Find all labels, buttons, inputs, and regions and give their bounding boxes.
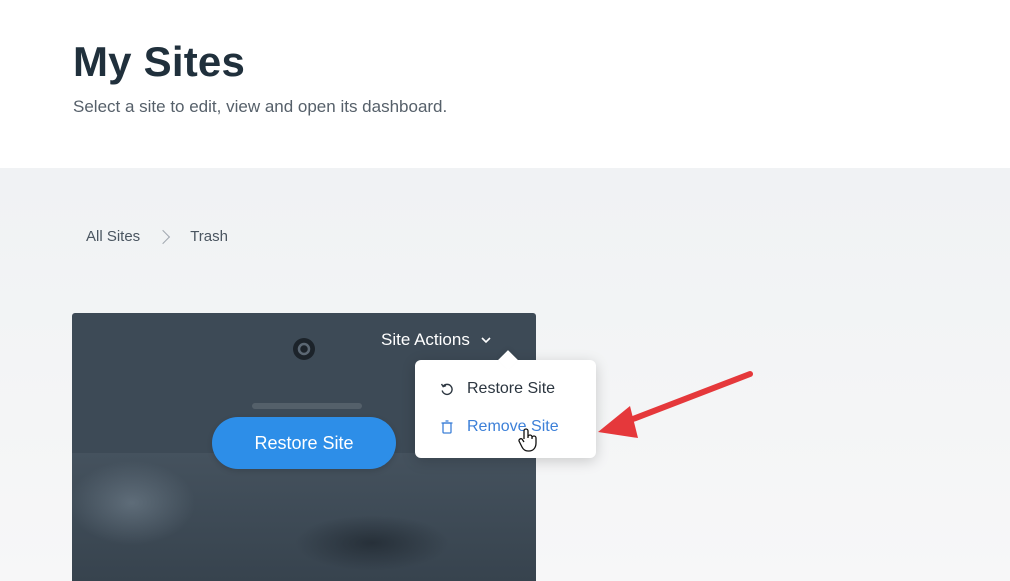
- page: My Sites Select a site to edit, view and…: [0, 0, 1010, 581]
- menu-item-label: Restore Site: [467, 380, 556, 397]
- breadcrumb-all-sites[interactable]: All Sites: [86, 228, 140, 245]
- menu-item-label: Remove Site: [467, 418, 559, 435]
- site-actions-label: Site Actions: [381, 330, 470, 349]
- menu-item-remove-site[interactable]: Remove Site: [439, 418, 559, 436]
- site-thumbnail-image: [72, 453, 536, 581]
- page-title: My Sites: [73, 38, 245, 85]
- breadcrumb-trash[interactable]: Trash: [190, 228, 228, 245]
- site-actions-dropdown: Restore Site Remove Site: [415, 350, 596, 458]
- restore-site-button[interactable]: Restore Site: [212, 417, 396, 469]
- hand-pointer-icon: [518, 428, 537, 452]
- site-actions-button[interactable]: Site Actions: [381, 330, 492, 350]
- undo-icon: [440, 383, 453, 396]
- site-logo-icon: [293, 338, 315, 360]
- page-header: My Sites Select a site to edit, view and…: [0, 0, 1010, 168]
- annotation-arrow-icon: [598, 371, 753, 438]
- breadcrumb: All Sites Trash: [86, 228, 228, 245]
- trash-icon: [441, 420, 453, 434]
- chevron-down-icon: [481, 337, 491, 344]
- page-subtitle: Select a site to edit, view and open its…: [73, 97, 448, 116]
- chevron-right-icon: [156, 229, 171, 244]
- site-thumbnail-text: [252, 403, 362, 409]
- menu-item-restore-site[interactable]: Restore Site: [439, 380, 555, 398]
